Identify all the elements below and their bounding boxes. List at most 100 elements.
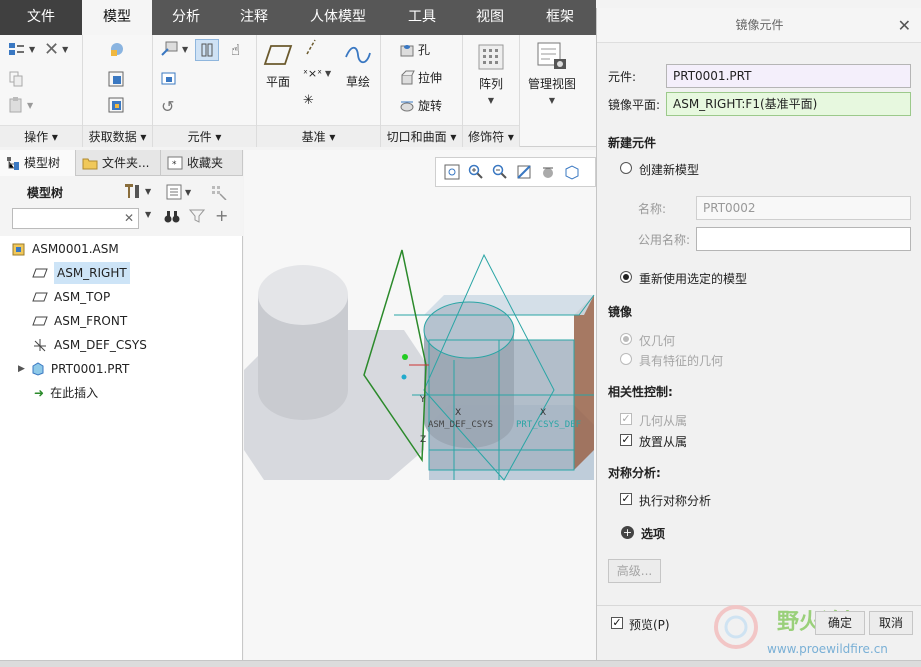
group-label-modifiers[interactable]: 修饰符 ▾ [463,125,519,147]
plane-icon [263,45,293,65]
sketch-button[interactable]: 草绘 [343,43,373,90]
group-label-datum[interactable]: 基准 ▾ [257,125,380,147]
group-label-cut-surface[interactable]: 切口和曲面 ▾ [381,125,462,147]
tree-columns-button[interactable]: ▼ [166,184,191,200]
grid-filter-icon [212,186,227,200]
geometry-dependent-label: 几何从属 [639,414,688,428]
run-symmetry-label: 执行对称分析 [639,494,712,508]
extrude-icon [401,70,415,84]
tab-tools[interactable]: 工具 [388,0,456,35]
regenerate-button[interactable]: ▼ [8,41,35,57]
revolve-button[interactable]: 旋转 [399,97,442,114]
tree-item-asm0001[interactable]: ASM0001.ASM [12,238,119,260]
tree-item-prt0001[interactable]: ▶ PRT0001.PRT [18,358,129,380]
tab-model[interactable]: 模型 [82,0,152,35]
display-style-button[interactable] [538,162,558,182]
close-icon[interactable]: ✕ [898,8,911,43]
new-component-section: 新建元件 [608,136,657,150]
tree-item-insert-here[interactable]: ➜ 在此插入 [34,382,98,404]
group-label-components[interactable]: 元件 ▾ [153,125,256,147]
repeat-button[interactable]: ↺ [161,97,174,116]
tree-filter-display-button[interactable] [210,184,228,200]
tree-item-asm-def-csys[interactable]: ASM_DEF_CSYS [32,334,147,356]
mirror-component-button[interactable] [195,39,219,61]
tree-search-input[interactable]: ✕ [12,208,139,229]
refit-button[interactable] [442,162,462,182]
tab-folder-browser[interactable]: 文件夹... [76,150,161,176]
expand-arrow-icon[interactable]: ▶ [18,358,25,380]
tree-item-asm-top[interactable]: ASM_TOP [32,286,110,308]
extrude-button[interactable]: 拉伸 [399,69,442,86]
group-label-get-data[interactable]: 获取数据 ▾ [83,125,152,147]
delete-button[interactable]: ✕ ▼ [44,39,68,60]
mirror-plane-field[interactable]: ASM_RIGHT:F1(基准平面) [666,92,911,116]
group-views: 管理视图 ▼ [520,35,596,147]
options-toggle[interactable]: 选项 [641,525,665,542]
csys-button[interactable]: ✳ [303,93,314,108]
watermark-url: www.proewildfire.cn [767,642,888,656]
tree-item-asm-front[interactable]: ASM_FRONT [32,310,127,332]
tab-annotate[interactable]: 注释 [220,0,288,35]
create-component-button[interactable] [161,71,179,87]
geometry-dependent-checkbox[interactable]: ✓ [620,413,632,425]
user-defined-feature-button[interactable] [108,41,126,57]
plane-button[interactable]: 平面 [263,43,293,90]
expand-options-icon[interactable]: + [621,526,634,539]
copy-button[interactable] [8,71,24,87]
axis-button[interactable] [303,39,319,55]
advanced-button[interactable]: 高级... [608,559,661,583]
tab-favorites[interactable]: * 收藏夹 [161,150,243,176]
tab-framework[interactable]: 框架 [524,0,596,35]
zoom-in-button[interactable] [466,162,486,182]
common-name-field[interactable] [696,227,911,251]
clear-icon[interactable]: ✕ [124,211,134,225]
group-get-data: 获取数据 ▾ [83,35,153,147]
graphics-viewport[interactable]: Y X X Z ASM_DEF_CSYS PRT_CSYS_DEF [244,150,596,660]
tools-icon [125,184,139,198]
component-field[interactable]: PRT0001.PRT [666,64,911,88]
cancel-button[interactable]: 取消 [869,611,913,635]
point-button[interactable]: ˣ×ˣ ▼ [303,67,331,80]
pattern-icon [478,44,504,70]
tab-human-model[interactable]: 人体模型 [288,0,388,35]
hole-button[interactable]: 孔 [399,41,430,58]
repaint-button[interactable] [514,162,534,182]
tree-item-asm-right[interactable]: ASM_RIGHT [32,262,130,284]
tab-analysis[interactable]: 分析 [152,0,220,35]
part-icon [32,362,44,376]
component-label: 元件: [608,70,637,84]
symmetry-section: 对称分析: [608,466,661,480]
saved-orientations-button[interactable] [562,162,582,182]
csys-label-asm: ASM_DEF_CSYS [428,420,493,430]
manage-views-button[interactable]: 管理视图 ▼ [528,41,576,105]
point-icon: ˣ×ˣ [303,67,322,80]
run-symmetry-checkbox[interactable]: ✓ [620,493,632,505]
group-label-operations[interactable]: 操作 ▾ [0,125,82,147]
tab-file[interactable]: 文件 [0,0,82,35]
merge-inherit-button[interactable] [108,97,126,113]
ok-button[interactable]: 确定 [815,611,865,635]
filter-button[interactable] [189,208,205,224]
pattern-button[interactable]: 阵列 ▼ [477,43,505,105]
name-field[interactable]: PRT0002 [696,196,911,220]
model-graphics: Y X X Z ASM_DEF_CSYS PRT_CSYS_DEF [244,249,595,481]
preview-checkbox[interactable]: ✓ [611,617,623,629]
copy-geometry-button[interactable] [108,71,126,87]
add-column-button[interactable]: + [215,206,228,225]
search-options-button[interactable]: ▼ [145,210,151,219]
geometry-with-features-radio[interactable] [620,353,632,365]
dependency-section: 相关性控制: [608,385,673,399]
paste-button[interactable]: ▼ [8,97,33,113]
csys-icon: ✳ [303,93,314,108]
find-button[interactable] [164,208,180,224]
drag-components-button[interactable]: ☝ [231,41,240,59]
create-new-radio[interactable] [620,162,632,174]
reuse-model-radio[interactable] [620,271,632,283]
placement-dependent-checkbox[interactable]: ✓ [620,434,632,446]
geometry-only-radio[interactable] [620,333,632,345]
tree-settings-button[interactable]: ▼ [122,182,151,200]
tab-view[interactable]: 视图 [456,0,524,35]
zoom-out-button[interactable] [490,162,510,182]
tab-model-tree[interactable]: 模型树 [0,150,76,176]
assemble-button[interactable]: ▼ [161,41,188,57]
